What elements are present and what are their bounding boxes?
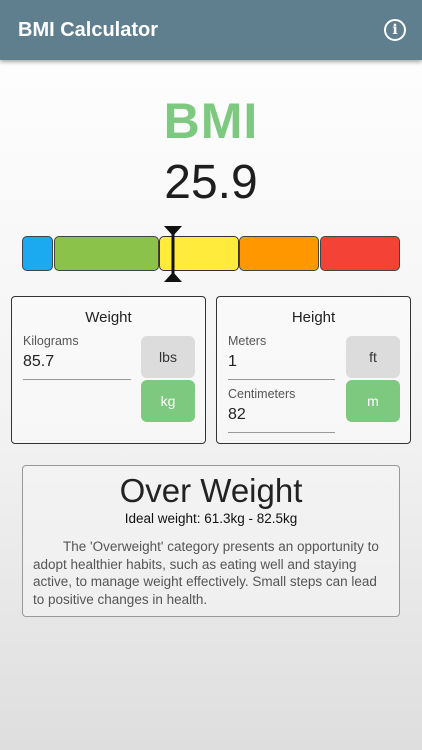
category-description: The 'Overweight' category presents an op… [33, 539, 379, 607]
weight-panel: Weight Kilograms 85.7 lbs kg [11, 296, 206, 444]
lbs-unit-button[interactable]: lbs [141, 336, 195, 378]
m-unit-button[interactable]: m [346, 380, 400, 422]
height-title: Height [291, 309, 336, 326]
ft-unit-button[interactable]: ft [346, 336, 400, 378]
bmi-label: BMI [163, 93, 259, 149]
kilograms-label: Kilograms [23, 334, 79, 348]
bmi-category: Over Weight [119, 472, 303, 509]
bmi-scale [22, 226, 400, 282]
bmi-value: 25.9 [164, 156, 258, 209]
app-bar: BMI Calculator i [0, 0, 422, 60]
info-circle-icon[interactable]: i [384, 19, 406, 41]
centimeters-label: Centimeters [228, 387, 296, 401]
centimeters-input[interactable]: 82 [228, 406, 335, 424]
ideal-weight-range: Ideal weight: 61.3kg - 82.5kg [124, 511, 298, 526]
height-panel: Height Meters 1 Centimeters 82 ft m [216, 296, 411, 444]
weight-input[interactable]: 85.7 [23, 353, 131, 371]
weight-title: Weight [85, 309, 132, 326]
scale-segment-normal [54, 236, 159, 271]
app-title: BMI Calculator [18, 18, 159, 41]
scale-segment-underweight [22, 236, 53, 271]
scale-segment-extremely-obese [320, 236, 400, 271]
weight-input-underline [23, 379, 131, 380]
meters-label: Meters [228, 334, 267, 348]
bmi-pointer-icon [164, 226, 182, 282]
kg-unit-button[interactable]: kg [141, 380, 195, 422]
centimeters-input-underline [228, 432, 335, 433]
scale-segment-obese [239, 236, 319, 271]
meters-input[interactable]: 1 [228, 353, 335, 371]
result-card: Over Weight Ideal weight: 61.3kg - 82.5k… [22, 465, 400, 617]
meters-input-underline [228, 379, 335, 380]
